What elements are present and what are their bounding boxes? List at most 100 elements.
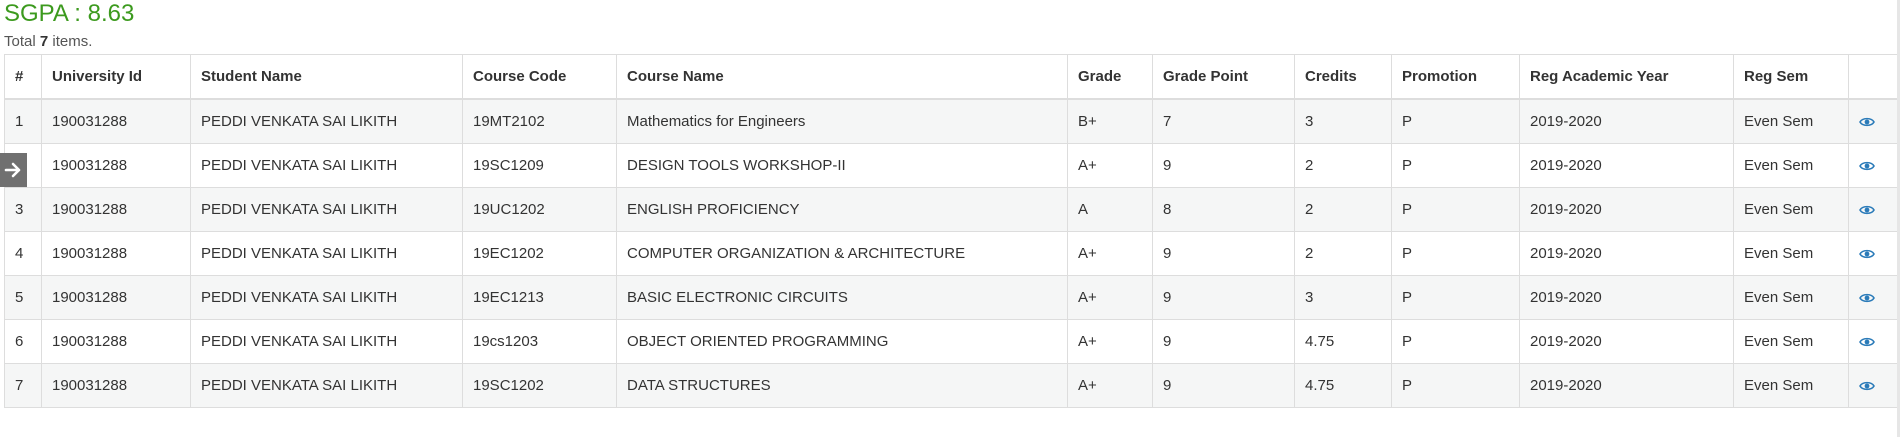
cell-index: 1 <box>4 98 42 144</box>
cell-promotion: P <box>1391 98 1520 144</box>
cell-grade: B+ <box>1067 98 1153 144</box>
results-table: # University Id Student Name Course Code… <box>4 54 1898 408</box>
cell-grade-point: 7 <box>1152 98 1295 144</box>
table-row[interactable]: 7 190031288 PEDDI VENKATA SAI LIKITH 19SC12… <box>4 363 1898 408</box>
cell-grade: A+ <box>1067 363 1153 408</box>
col-header-course-code[interactable]: Course Code <box>462 54 617 100</box>
cell-course-code: 19EC1202 <box>462 231 617 276</box>
col-header-credits[interactable]: Credits <box>1294 54 1392 100</box>
results-table-container: # University Id Student Name Course Code… <box>4 54 1898 408</box>
cell-student-name: PEDDI VENKATA SAI LIKITH <box>190 363 463 408</box>
cell-reg-academic-year: 2019-2020 <box>1519 187 1734 232</box>
cell-course-name: ENGLISH PROFICIENCY <box>616 187 1068 232</box>
cell-reg-academic-year: 2019-2020 <box>1519 319 1734 364</box>
cell-grade: A+ <box>1067 143 1153 188</box>
col-header-grade[interactable]: Grade <box>1067 54 1153 100</box>
cell-view-action[interactable] <box>1848 275 1898 320</box>
summary-prefix: Total <box>4 33 36 50</box>
cell-reg-sem: Even Sem <box>1733 231 1849 276</box>
cell-index: 4 <box>4 231 42 276</box>
cell-promotion: P <box>1391 319 1520 364</box>
eye-icon[interactable] <box>1859 160 1875 172</box>
row-pointer-arrow[interactable] <box>0 153 27 187</box>
cell-reg-academic-year: 2019-2020 <box>1519 275 1734 320</box>
col-header-reg-academic-year[interactable]: Reg Academic Year <box>1519 54 1734 100</box>
cell-course-code: 19UC1202 <box>462 187 617 232</box>
cell-reg-sem: Even Sem <box>1733 275 1849 320</box>
cell-reg-sem: Even Sem <box>1733 187 1849 232</box>
col-header-university-id[interactable]: University Id <box>41 54 191 100</box>
table-row[interactable]: 1 190031288 PEDDI VENKATA SAI LIKITH 19MT21… <box>4 98 1898 144</box>
cell-course-name: Mathematics for Engineers <box>616 98 1068 144</box>
cell-student-name: PEDDI VENKATA SAI LIKITH <box>190 187 463 232</box>
table-row[interactable]: 6 190031288 PEDDI VENKATA SAI LIKITH 19cs12… <box>4 319 1898 364</box>
cell-view-action[interactable] <box>1848 319 1898 364</box>
cell-course-code: 19cs1203 <box>462 319 617 364</box>
cell-view-action[interactable] <box>1848 231 1898 276</box>
cell-credits: 4.75 <box>1294 363 1392 408</box>
cell-reg-sem: Even Sem <box>1733 363 1849 408</box>
cell-index: 3 <box>4 187 42 232</box>
cell-index: 6 <box>4 319 42 364</box>
table-row[interactable]: 5 190031288 PEDDI VENKATA SAI LIKITH 19EC12… <box>4 275 1898 320</box>
cell-view-action[interactable] <box>1848 143 1898 188</box>
cell-course-name: DESIGN TOOLS WORKSHOP-II <box>616 143 1068 188</box>
cell-promotion: P <box>1391 275 1520 320</box>
sgpa-value: SGPA : 8.63 <box>4 0 135 27</box>
cell-course-code: 19SC1202 <box>462 363 617 408</box>
cell-university-id: 190031288 <box>41 143 191 188</box>
cell-index: 7 <box>4 363 42 408</box>
eye-icon[interactable] <box>1859 204 1875 216</box>
cell-grade: A+ <box>1067 319 1153 364</box>
cell-reg-sem: Even Sem <box>1733 319 1849 364</box>
cell-grade-point: 9 <box>1152 363 1295 408</box>
col-header-reg-sem[interactable]: Reg Sem <box>1733 54 1849 100</box>
cell-credits: 2 <box>1294 143 1392 188</box>
cell-grade-point: 9 <box>1152 275 1295 320</box>
cell-reg-academic-year: 2019-2020 <box>1519 363 1734 408</box>
col-header-course-name[interactable]: Course Name <box>616 54 1068 100</box>
cell-university-id: 190031288 <box>41 231 191 276</box>
cell-view-action[interactable] <box>1848 187 1898 232</box>
cell-promotion: P <box>1391 143 1520 188</box>
col-header-grade-point[interactable]: Grade Point <box>1152 54 1295 100</box>
col-header-actions <box>1848 54 1898 100</box>
table-row[interactable]: 4 190031288 PEDDI VENKATA SAI LIKITH 19EC12… <box>4 231 1898 276</box>
cell-view-action[interactable] <box>1848 98 1898 144</box>
eye-icon[interactable] <box>1859 292 1875 304</box>
cell-grade: A+ <box>1067 231 1153 276</box>
cell-credits: 3 <box>1294 275 1392 320</box>
table-body: 1 190031288 PEDDI VENKATA SAI LIKITH 19MT21… <box>4 98 1898 408</box>
cell-course-code: 19SC1209 <box>462 143 617 188</box>
cell-course-name: BASIC ELECTRONIC CIRCUITS <box>616 275 1068 320</box>
cell-grade-point: 9 <box>1152 231 1295 276</box>
eye-icon[interactable] <box>1859 248 1875 260</box>
col-header-promotion[interactable]: Promotion <box>1391 54 1520 100</box>
cell-student-name: PEDDI VENKATA SAI LIKITH <box>190 319 463 364</box>
cell-reg-sem: Even Sem <box>1733 98 1849 144</box>
cell-grade-point: 9 <box>1152 143 1295 188</box>
cell-credits: 2 <box>1294 187 1392 232</box>
eye-icon[interactable] <box>1859 336 1875 348</box>
cell-promotion: P <box>1391 363 1520 408</box>
cell-credits: 4.75 <box>1294 319 1392 364</box>
cell-course-name: COMPUTER ORGANIZATION & ARCHITECTURE <box>616 231 1068 276</box>
cell-view-action[interactable] <box>1848 363 1898 408</box>
cell-promotion: P <box>1391 187 1520 232</box>
cell-grade-point: 8 <box>1152 187 1295 232</box>
cell-student-name: PEDDI VENKATA SAI LIKITH <box>190 143 463 188</box>
cell-credits: 3 <box>1294 98 1392 144</box>
cell-course-name: DATA STRUCTURES <box>616 363 1068 408</box>
col-header-index[interactable]: # <box>4 54 42 100</box>
eye-icon[interactable] <box>1859 116 1875 128</box>
eye-icon[interactable] <box>1859 380 1875 392</box>
cell-grade: A <box>1067 187 1153 232</box>
total-items-summary: Total 7 items. <box>4 33 92 51</box>
cell-reg-academic-year: 2019-2020 <box>1519 231 1734 276</box>
table-row[interactable]: 3 190031288 PEDDI VENKATA SAI LIKITH 19UC12… <box>4 187 1898 232</box>
col-header-student-name[interactable]: Student Name <box>190 54 463 100</box>
summary-suffix: items. <box>52 33 93 50</box>
cell-promotion: P <box>1391 231 1520 276</box>
cell-reg-sem: Even Sem <box>1733 143 1849 188</box>
table-row[interactable]: 2 190031288PEDDI VENKATA SAI LIKITH19SC12… <box>4 143 1898 188</box>
